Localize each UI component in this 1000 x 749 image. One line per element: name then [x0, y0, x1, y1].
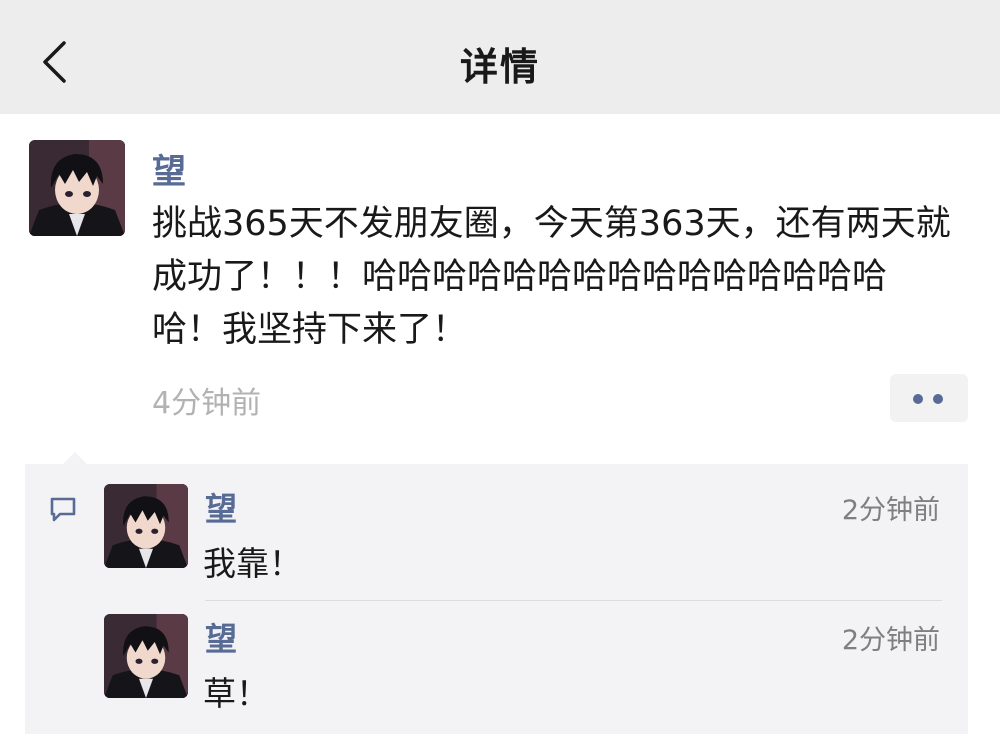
- comment-text[interactable]: 我靠！: [203, 537, 302, 585]
- nav-bar: 详情: [0, 0, 1000, 114]
- more-dots-icon-dot: [933, 394, 943, 404]
- post-timestamp: 4分钟前: [152, 386, 262, 421]
- comment-author-avatar[interactable]: [104, 614, 188, 698]
- comment-icon: [50, 497, 76, 522]
- post-author-name[interactable]: 望: [152, 144, 186, 193]
- more-actions-button[interactable]: [890, 374, 968, 422]
- comment-timestamp: 2分钟前: [841, 625, 940, 656]
- panel-pointer: [63, 452, 87, 464]
- comment-timestamp: 2分钟前: [841, 495, 940, 526]
- comment-author-avatar[interactable]: [104, 484, 188, 568]
- page-title: 详情: [459, 45, 540, 89]
- comment-divider: [205, 600, 942, 601]
- post-author-avatar[interactable]: [29, 140, 125, 236]
- moments-detail-page: 详情 望 挑战365天不发朋友圈，今天第363天，还有两天就成功了！！！哈哈哈哈…: [0, 0, 1000, 749]
- comment-text[interactable]: 草！: [203, 667, 269, 715]
- comment-author-name[interactable]: 望: [205, 614, 237, 660]
- post-content: 挑战365天不发朋友圈，今天第363天，还有两天就成功了！！！哈哈哈哈哈哈哈哈哈…: [152, 204, 951, 350]
- comment-author-name[interactable]: 望: [205, 484, 237, 530]
- more-dots-icon: [913, 394, 923, 404]
